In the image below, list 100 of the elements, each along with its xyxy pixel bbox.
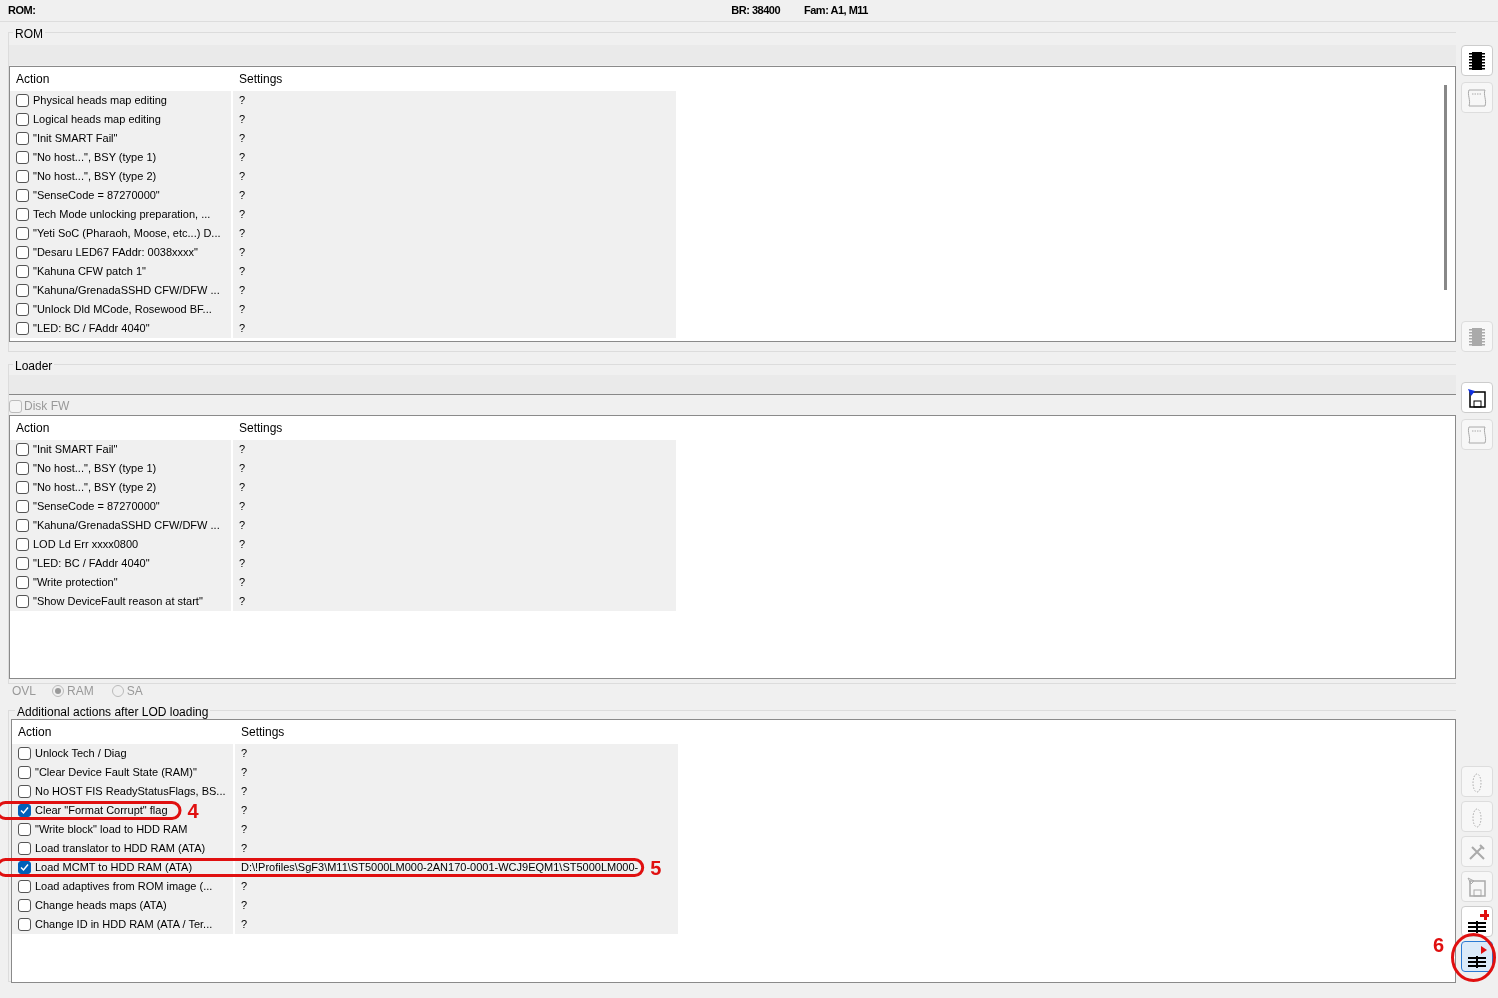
family-label: Fam: A1, M11: [804, 3, 868, 19]
column-header: Action: [15, 420, 51, 437]
checkbox[interactable]: [16, 132, 29, 145]
settings-value: ?: [239, 519, 246, 531]
checkbox[interactable]: [16, 227, 29, 240]
settings-value: ?: [241, 804, 248, 816]
action-label: Change ID in HDD RAM (ATA / Ter...: [35, 918, 213, 931]
stack-run-icon: [1465, 944, 1489, 969]
action-label: "No host...", BSY (type 2): [33, 170, 157, 183]
settings-value: ?: [241, 842, 248, 854]
checkbox[interactable]: [16, 284, 29, 297]
checkbox[interactable]: [18, 823, 31, 836]
action-label: "No host...", BSY (type 1): [33, 151, 157, 164]
settings-value: ?: [241, 880, 248, 892]
settings-value: ?: [239, 284, 246, 296]
checkbox-label: Disk FW: [24, 398, 70, 415]
toolbar-button[interactable]: [1461, 906, 1493, 937]
checkbox[interactable]: [16, 322, 29, 335]
settings-value: ?: [239, 538, 246, 550]
checkbox[interactable]: [16, 462, 29, 475]
checkbox[interactable]: [16, 170, 29, 183]
tools-icon: [1467, 841, 1487, 862]
settings-value: ?: [239, 227, 246, 239]
action-label: "LED: BC / FAddr 4040": [33, 322, 150, 335]
checkbox[interactable]: [16, 557, 29, 570]
action-label: "Kahuna/GrenadaSSHD CFW/DFW ...: [33, 519, 220, 532]
settings-value: ?: [239, 481, 246, 493]
toolbar-button[interactable]: [1461, 382, 1493, 413]
checkbox[interactable]: [18, 804, 31, 817]
settings-value: ?: [241, 823, 248, 835]
action-label: LOD Ld Err xxxx0800: [33, 538, 139, 551]
baud-rate: BR: 38400: [731, 3, 781, 19]
checkbox[interactable]: [18, 785, 31, 798]
settings-value: ?: [239, 462, 246, 474]
toolbar-button[interactable]: [1461, 941, 1493, 972]
checkbox[interactable]: [16, 151, 29, 164]
action-label: "Write protection": [33, 576, 118, 589]
scrollbar[interactable]: [1444, 85, 1447, 290]
checkbox[interactable]: [18, 899, 31, 912]
checkbox[interactable]: [18, 747, 31, 760]
settings-value: ?: [239, 500, 246, 512]
floppy-icon: [1466, 386, 1488, 409]
settings-value: ?: [239, 208, 246, 220]
checkbox[interactable]: [18, 861, 31, 874]
action-label: Logical heads map editing: [33, 113, 161, 126]
column-header: Action: [17, 724, 53, 741]
action-label: No HOST FIS ReadyStatusFlags, BS...: [35, 785, 226, 798]
checkbox[interactable]: [16, 538, 29, 551]
settings-value: ?: [241, 918, 248, 930]
checkbox[interactable]: [18, 918, 31, 931]
radio-button[interactable]: [52, 685, 64, 697]
settings-value: ?: [239, 303, 246, 315]
checkbox[interactable]: [16, 303, 29, 316]
action-label: "Kahuna/GrenadaSSHD CFW/DFW ...: [33, 284, 220, 297]
checkbox[interactable]: [18, 880, 31, 893]
settings-value: ?: [241, 766, 248, 778]
annotation-number: 5: [650, 857, 662, 878]
checkbox[interactable]: [16, 519, 29, 532]
action-label: Change heads maps (ATA): [35, 899, 167, 912]
checkbox[interactable]: [16, 246, 29, 259]
floppy-icon: [1466, 875, 1488, 898]
action-label: "Yeti SoC (Pharaoh, Moose, etc...) D...: [33, 227, 221, 240]
checkbox[interactable]: [16, 189, 29, 202]
action-label: "SenseCode = 87270000": [33, 189, 160, 202]
checkbox[interactable]: [18, 842, 31, 855]
settings-value: ?: [239, 113, 246, 125]
settings-value: ?: [239, 246, 246, 258]
checkbox[interactable]: [16, 595, 29, 608]
settings-value: ?: [239, 443, 246, 455]
checkbox[interactable]: [16, 94, 29, 107]
action-label: Physical heads map editing: [33, 94, 167, 107]
checkbox[interactable]: [16, 576, 29, 589]
settings-value: ?: [239, 170, 246, 182]
settings-value: ?: [241, 747, 248, 759]
checkbox[interactable]: [16, 481, 29, 494]
checkbox[interactable]: [16, 265, 29, 278]
action-label: Clear "Format Corrupt" flag: [35, 804, 168, 817]
action-label: "Show DeviceFault reason at start": [33, 595, 203, 608]
settings-value: ?: [239, 595, 246, 607]
checkbox[interactable]: [16, 500, 29, 513]
action-label: "Init SMART Fail": [33, 443, 118, 456]
action-label: "LED: BC / FAddr 4040": [33, 557, 150, 570]
toolbar-button[interactable]: [1461, 45, 1493, 76]
annotation-number: 6: [1433, 935, 1445, 955]
radio-label: RAM: [67, 683, 94, 700]
chip-icon: [1467, 325, 1487, 348]
action-label: Load translator to HDD RAM (ATA): [35, 842, 206, 855]
column-header: Settings: [238, 71, 284, 88]
checkbox[interactable]: [16, 208, 29, 221]
radio-label: SA: [126, 683, 143, 700]
settings-value: ?: [239, 132, 246, 144]
settings-value: ?: [239, 322, 246, 334]
checkbox[interactable]: [16, 443, 29, 456]
action-label: "No host...", BSY (type 1): [33, 462, 157, 475]
annotation-number: 4: [187, 800, 199, 821]
action-label: Tech Mode unlocking preparation, ...: [33, 208, 211, 221]
ovl-label: OVL: [12, 683, 36, 700]
checkbox[interactable]: [16, 113, 29, 126]
checkbox[interactable]: [18, 766, 31, 779]
settings-value: ?: [239, 189, 246, 201]
